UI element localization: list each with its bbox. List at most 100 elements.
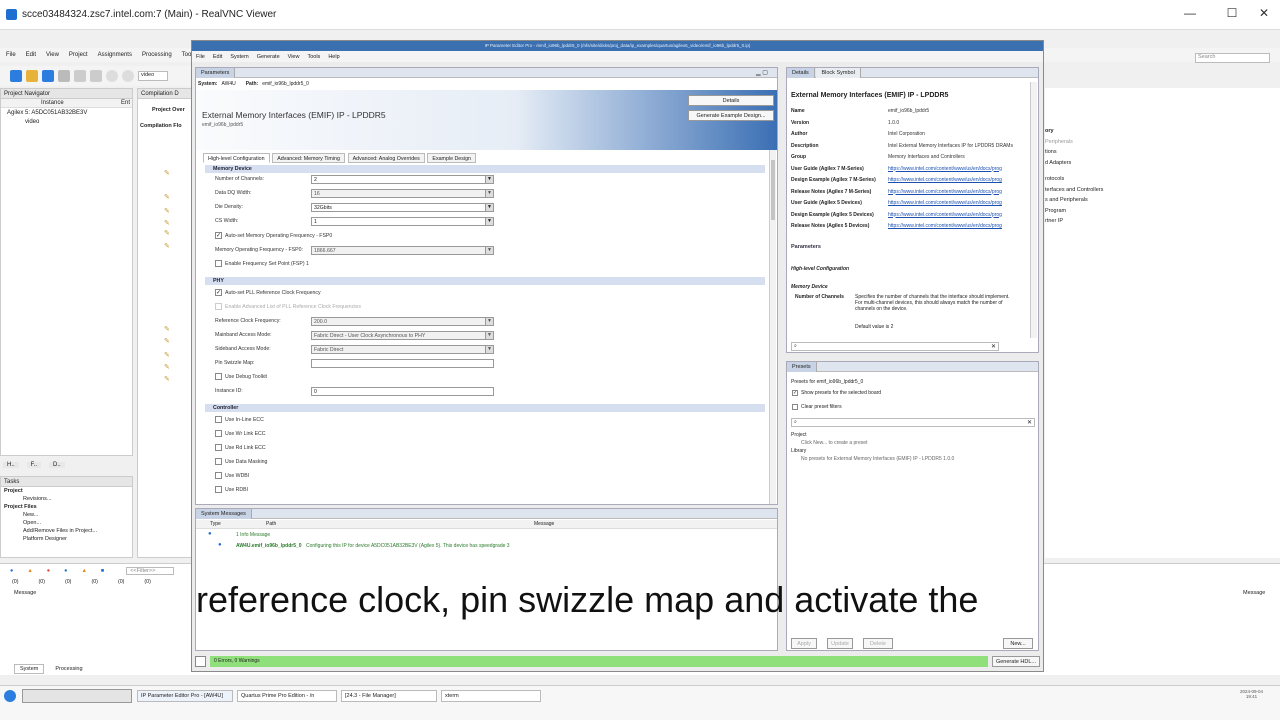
auto-freq-checkbox[interactable]: ✓ <box>215 232 222 239</box>
ip-menu-edit[interactable]: Edit <box>213 54 222 60</box>
cs-width-dropdown[interactable]: 1 ▼ <box>311 217 494 226</box>
instance-header[interactable]: Instance <box>41 100 64 106</box>
generate-example-design-button[interactable]: Generate Example Design... <box>688 110 774 121</box>
section-controller[interactable]: Controller <box>205 404 765 412</box>
ip-catalog-item[interactable]: rotocols <box>1045 174 1103 185</box>
open-folder-icon[interactable] <box>26 70 38 82</box>
start-menu-icon[interactable] <box>4 690 16 702</box>
task-item[interactable]: Platform Designer <box>1 535 132 543</box>
new-file-icon[interactable] <box>10 70 22 82</box>
ip-catalog-item[interactable]: ory <box>1045 126 1103 137</box>
message-path[interactable]: AW4U.emif_io96b_lpddr5_0 <box>236 543 302 549</box>
tab-parameters[interactable]: Parameters <box>196 68 236 78</box>
compilation-tab[interactable]: Compilation D <box>138 89 192 99</box>
workspace-switcher[interactable] <box>22 689 132 703</box>
entity-header[interactable]: Ent <box>121 100 130 106</box>
subtab-high-level-config[interactable]: High-level Configuration <box>203 153 270 163</box>
col-message[interactable]: Message <box>534 521 554 527</box>
scrollbar-thumb[interactable] <box>771 160 775 220</box>
edit-pencil-icon[interactable]: ✎ <box>164 193 170 201</box>
project-overview-label[interactable]: Project Over <box>138 99 192 113</box>
ip-catalog-item[interactable]: Peripherals <box>1045 137 1103 148</box>
inline-ecc-checkbox[interactable] <box>215 416 222 423</box>
device-tree-item[interactable]: Agilex 5: A5DC051AB32BE3V <box>7 110 87 116</box>
tab-presets[interactable]: Presets <box>787 362 817 372</box>
chevron-down-icon[interactable]: ▼ <box>485 346 493 353</box>
info-count-text[interactable]: 1 Info Message <box>236 532 270 538</box>
taskbar-clock[interactable]: 2024-09-04 19:41 <box>1240 689 1263 699</box>
clear-icon[interactable]: ✕ <box>1027 419 1032 426</box>
section-phy[interactable]: PHY <box>205 277 765 285</box>
details-button[interactable]: Details <box>688 95 774 106</box>
ip-catalog-item[interactable]: Program <box>1045 206 1103 217</box>
clear-filters-checkbox[interactable] <box>792 404 798 410</box>
edit-pencil-icon[interactable]: ✎ <box>164 325 170 333</box>
edit-pencil-icon[interactable]: ✎ <box>164 207 170 215</box>
warning-icon[interactable]: ▲ <box>27 568 32 574</box>
rdbi-checkbox[interactable] <box>215 486 222 493</box>
cut-icon[interactable] <box>58 70 70 82</box>
ip-catalog-item[interactable]: tions <box>1045 147 1103 158</box>
edit-pencil-icon[interactable]: ✎ <box>164 169 170 177</box>
ip-menu-help[interactable]: Help <box>328 54 339 60</box>
auto-pll-checkbox[interactable]: ✓ <box>215 289 222 296</box>
delete-button[interactable]: Delete <box>863 638 893 649</box>
update-button[interactable]: Update <box>827 638 853 649</box>
message-column-header[interactable]: Message <box>14 590 36 596</box>
col-type[interactable]: Type <box>210 521 221 527</box>
edit-pencil-icon[interactable]: ✎ <box>164 229 170 237</box>
undo-icon[interactable] <box>106 70 118 82</box>
num-channels-dropdown[interactable]: 2 ▼ <box>311 175 494 184</box>
ip-menu-view[interactable]: View <box>288 54 300 60</box>
message-column-header-right[interactable]: Message <box>1243 590 1265 596</box>
details-link[interactable]: https://www.intel.com/content/www/us/en/… <box>888 177 1028 183</box>
chevron-down-icon[interactable]: ▼ <box>485 318 493 325</box>
edit-pencil-icon[interactable]: ✎ <box>164 219 170 227</box>
pin-swizzle-input[interactable] <box>311 359 494 368</box>
nav-tab-design-units[interactable]: D.. <box>49 462 65 468</box>
info-icon[interactable]: ● <box>64 568 67 574</box>
taskbar-item-xterm[interactable]: xterm <box>441 690 541 702</box>
mem-freq-field[interactable]: 1866.667 ▼ <box>311 246 494 255</box>
minimize-button[interactable]: — <box>1178 6 1202 24</box>
details-link[interactable]: https://www.intel.com/content/www/us/en/… <box>888 212 1028 218</box>
taskbar-item-ip-editor[interactable]: IP Parameter Editor Pro - [AW4U] <box>137 690 233 702</box>
nav-tab-files[interactable]: F.. <box>26 462 42 468</box>
tab-details[interactable]: Details <box>787 68 815 78</box>
task-item[interactable]: Add/Remove Files in Project... <box>1 527 132 535</box>
menu-assignments[interactable]: Assignments <box>98 52 132 58</box>
task-item[interactable]: Open... <box>1 519 132 527</box>
save-icon[interactable] <box>42 70 54 82</box>
message-text[interactable]: Configuring this IP for device A5DC051AB… <box>306 543 510 549</box>
presets-search-input[interactable]: ⌕ ✕ <box>791 418 1035 427</box>
subtab-analog-overrides[interactable]: Advanced: Analog Overrides <box>347 153 425 163</box>
edit-pencil-icon[interactable]: ✎ <box>164 375 170 383</box>
edit-pencil-icon[interactable]: ✎ <box>164 351 170 359</box>
details-search-input[interactable]: ⌕ ✕ <box>791 342 999 351</box>
nav-tab-hierarchy[interactable]: H.. <box>3 462 19 468</box>
enable-fsp-checkbox[interactable] <box>215 260 222 267</box>
clear-icon[interactable]: ✕ <box>991 343 996 350</box>
mainband-dropdown[interactable]: Fabric Direct - User Clock Asynchronous … <box>311 331 494 340</box>
taskbar-item-file-manager[interactable]: [24.3 - File Manager] <box>341 690 437 702</box>
ip-menu-system[interactable]: System <box>230 54 248 60</box>
menu-processing[interactable]: Processing <box>142 52 172 58</box>
details-link[interactable]: https://www.intel.com/content/www/us/en/… <box>888 200 1028 206</box>
menu-file[interactable]: File <box>6 52 16 58</box>
taskbar-item-quartus[interactable]: Quartus Prime Pro Edition - /n <box>237 690 337 702</box>
ip-catalog-item[interactable]: rtner IP <box>1045 216 1103 227</box>
subtab-memory-timing[interactable]: Advanced: Memory Timing <box>272 153 345 163</box>
chevron-down-icon[interactable]: ▼ <box>485 332 493 339</box>
new-preset-button[interactable]: New... <box>1003 638 1033 649</box>
section-memory-device[interactable]: Memory Device <box>205 165 765 173</box>
ip-catalog-item[interactable]: s and Peripherals <box>1045 195 1103 206</box>
data-masking-checkbox[interactable] <box>215 458 222 465</box>
chevron-down-icon[interactable]: ▼ <box>485 204 493 211</box>
critical-icon[interactable]: ● <box>47 568 50 574</box>
ip-catalog-item[interactable]: terfaces and Controllers <box>1045 185 1103 196</box>
die-density-dropdown[interactable]: 32Gbits ▼ <box>311 203 494 212</box>
flag-icon[interactable]: ■ <box>101 568 104 574</box>
task-item[interactable]: Revisions... <box>1 495 132 503</box>
rd-link-ecc-checkbox[interactable] <box>215 444 222 451</box>
debug-toolkit-checkbox[interactable] <box>215 373 222 380</box>
